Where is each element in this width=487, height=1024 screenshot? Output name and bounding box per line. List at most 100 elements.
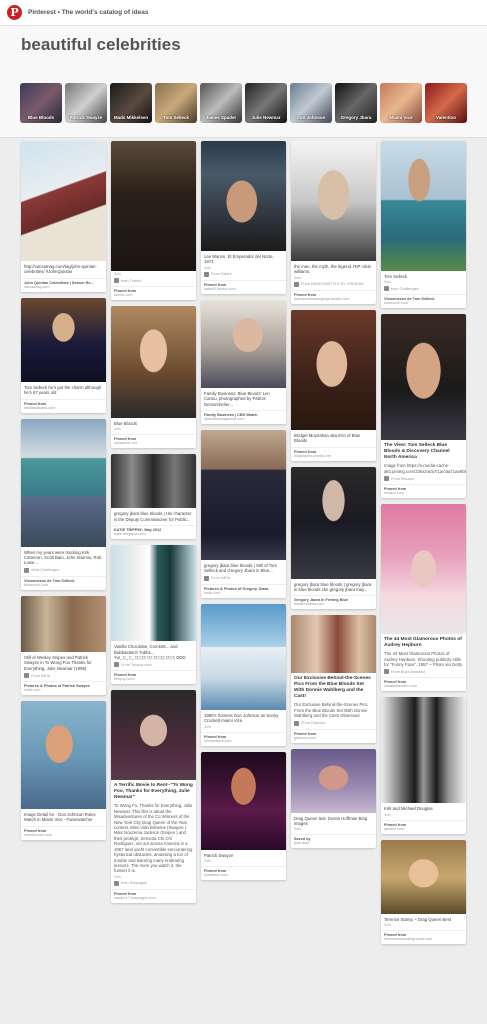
pin-image[interactable] (21, 297, 106, 382)
pin-source[interactable]: Gregory Jbara In Feeling Blue theatermani… (291, 595, 376, 609)
pin-source[interactable]: Saved by jose diaz (291, 834, 376, 848)
pin-image[interactable] (201, 751, 286, 850)
pin-card[interactable]: A Terrific Movie to Rent--"To Wong Foo, … (111, 690, 196, 903)
pin-source-url[interactable]: recapo.com (384, 491, 463, 495)
pin-card[interactable]: Kirk and Michael Douglas 3sfs Pinned from a… (381, 697, 466, 834)
pin-attribution[interactable]: From RANDOMSTYLE BY VIRGINIA (291, 280, 376, 287)
pin-attribution[interactable]: From Tenpop.com (111, 660, 196, 668)
pin-image[interactable] (381, 839, 466, 914)
pinterest-logo-icon[interactable]: P (7, 5, 22, 20)
pin-card[interactable]: Blue Bloods 3sfs Pinned from cellardoor.net (111, 306, 196, 449)
pin-image[interactable] (291, 615, 376, 674)
pin-card[interactable]: 1980's hotness Don Johnson as Sonny Croc… (201, 603, 286, 746)
pin-image[interactable] (381, 141, 466, 271)
pin-source[interactable]: KATIE TRIPPIN': May 2012 katie.blogspot.c… (111, 525, 196, 539)
pin-attribution[interactable]: Emm Sabell (201, 270, 286, 277)
pin-source-url[interactable]: sabell3.tumblr.com (204, 287, 283, 291)
pin-image[interactable] (291, 141, 376, 261)
pin-source[interactable]: Pictures & Photos of Gregory Jbara imdb.c… (201, 583, 286, 598)
related-chip[interactable]: Miami Vice (380, 83, 422, 123)
pin-source-url[interactable]: flenpop.com (114, 677, 193, 681)
pin-source-url[interactable]: cbswatchmagazine.com (204, 417, 283, 421)
pin-image[interactable] (201, 603, 286, 710)
pin-source[interactable]: Pinned from ohmymiami.com (201, 731, 286, 746)
pin-card[interactable]: the man, the myth, the legend. RIP robin… (291, 141, 376, 304)
pin-attribution[interactable]: From IMDb (21, 671, 106, 679)
pin-source-url[interactable]: zander17.hubpages.com (114, 896, 193, 900)
pin-source[interactable]: Visionnesse de Tom Selleck budecore.com (21, 575, 106, 590)
pin-source[interactable]: Pinned from rosaltesland64.com (381, 677, 466, 691)
pin-source[interactable]: Pinned from wallpapers-photos.net (291, 446, 376, 461)
pin-source-url[interactable]: hanukcrefoodorginga.tumblr.com (294, 297, 373, 301)
pin-image[interactable] (111, 141, 196, 271)
pin-source-url[interactable]: suitafeed.com (204, 873, 283, 877)
pin-attribution[interactable]: Vivia Challenges (21, 566, 106, 573)
pin-card[interactable]: Vanilla Chocolate, Crockett... and Bubba… (111, 545, 196, 685)
pin-source[interactable]: Pinned from flenpop.com (111, 670, 196, 684)
pin-source[interactable]: Pinned from suitafeed.com (201, 866, 286, 880)
pin-image[interactable] (201, 141, 286, 251)
pin-image[interactable] (381, 697, 466, 804)
pin-source-url[interactable]: tumblr.com (114, 293, 193, 297)
pin-source-url[interactable]: cacsamag.com (24, 285, 103, 289)
pin-image[interactable] (111, 454, 196, 509)
pin-source-url[interactable]: takeawalkand.com (24, 406, 103, 410)
pin-card[interactable]: Family Business: Blue Bloods' Len Cariou… (201, 299, 286, 425)
pin-card[interactable]: 3sfs from Tumblr Pinned from tumblr.com (111, 141, 196, 300)
pin-source-url[interactable]: wallpapers-photos.net (294, 454, 373, 458)
pin-source-url[interactable]: imdb.com (204, 591, 283, 595)
pin-source[interactable]: Pinned from zander17.hubpages.com (111, 888, 196, 903)
pin-image[interactable] (381, 314, 466, 441)
related-chip[interactable]: James Spader (200, 83, 242, 123)
pin-image[interactable] (381, 504, 466, 635)
pin-source-url[interactable]: katie.blogspot.com (114, 532, 193, 536)
pin-source-url[interactable]: imdb.com (24, 688, 103, 692)
pin-image[interactable] (21, 595, 106, 652)
related-chip[interactable]: Gregory Jbara (335, 83, 377, 123)
pin-image[interactable] (291, 748, 376, 813)
pin-card[interactable]: Bridget Moynahan aka Erin of Blue Bloods… (291, 309, 376, 461)
related-chip[interactable]: Valentino (425, 83, 467, 123)
pin-source[interactable]: Pinned from hanukcrefoodorginga.tumblr.co… (291, 289, 376, 304)
pin-card[interactable]: When my years were tracking Kirk Cameron… (21, 418, 106, 590)
pin-image[interactable] (111, 306, 196, 418)
pin-image[interactable] (291, 466, 376, 579)
pin-card[interactable]: Patrick Swayze 3sfs Pinned from suitafeed.c… (201, 751, 286, 881)
related-chip[interactable]: Julie Newmar (245, 83, 287, 123)
pin-source[interactable]: Pinned from tumblr.com (111, 286, 196, 300)
pin-source[interactable]: Pictures & Photos of Patrick Swayze imdb.… (21, 681, 106, 695)
pin-source-url[interactable]: jose diaz (294, 841, 373, 845)
pin-card[interactable]: http://cacsamag.com/tag/john-quinlan-cel… (21, 141, 106, 292)
related-chip[interactable]: Mads Mikkelsen (110, 83, 152, 123)
pin-source-url[interactable]: apstein.com (384, 827, 463, 831)
pin-source-url[interactable]: cellardoor.net (114, 441, 193, 445)
pin-source-url[interactable]: glamour.com (294, 736, 373, 740)
pin-source-url[interactable]: demoncelaunderground.com (384, 937, 463, 941)
pin-card[interactable]: The 44 Most Glamorous Photos of Audrey H… (381, 504, 466, 692)
related-chip[interactable]: Patrick Swayze (65, 83, 107, 123)
pin-source[interactable]: Pinned from demoncelaunderground.com (381, 930, 466, 944)
pin-card[interactable]: The View: Tom Selleck Blue Bloods & Disc… (381, 314, 466, 499)
pin-card[interactable]: Tom Selleck 3sfs from Challenges Visionness… (381, 141, 466, 309)
pin-attribution[interactable]: from Challenges (381, 284, 466, 292)
pin-source-url[interactable]: ohmymiami.com (204, 739, 283, 743)
pin-image[interactable] (21, 141, 106, 261)
pin-card[interactable]: Still of Wesley Snipes and Patrick Swayz… (21, 595, 106, 696)
pin-card[interactable]: Terence Stamp ~ Drag Queen Best 3sfs Pinne… (381, 839, 466, 945)
pin-attribution[interactable]: From Buzz Beautiful (381, 667, 466, 675)
pin-source[interactable]: Pinned from recapo.com (381, 484, 466, 498)
pin-source[interactable]: Pinned from apstein.com (381, 819, 466, 834)
pin-source[interactable]: Pinned from sabell3.tumblr.com (201, 279, 286, 294)
pin-image[interactable] (111, 690, 196, 781)
related-chip[interactable]: Don Johnson (290, 83, 332, 123)
pin-card[interactable]: gregory jbara blue bloods | Still of Tom… (201, 430, 286, 598)
pin-image[interactable] (201, 299, 286, 388)
pin-source[interactable]: John Quinlan Celebrities | Search Re... c… (21, 277, 106, 292)
pin-source[interactable]: Pinned from rolexforums.com (21, 825, 106, 840)
pin-card[interactable]: Drag Queen test: Dustin Hoffman Bing ima… (291, 748, 376, 849)
pin-source-url[interactable]: rolexforums.com (24, 833, 103, 837)
pin-card[interactable]: gregory jbara blue bloods | gregory jbar… (291, 466, 376, 610)
related-chip[interactable]: Blue Bloods (20, 83, 62, 123)
pin-card[interactable]: gregory jbara blue bloods | His characte… (111, 454, 196, 540)
pin-attribution[interactable]: From Recapo (381, 474, 466, 482)
